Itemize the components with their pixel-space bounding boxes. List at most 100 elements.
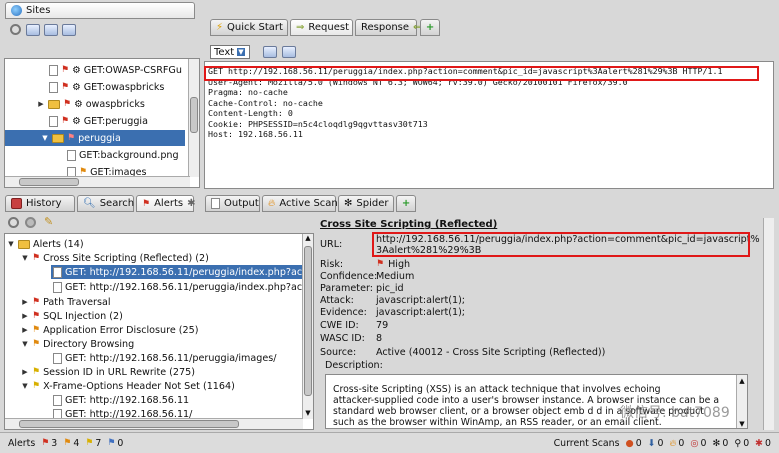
folder-icon xyxy=(18,239,30,249)
alerts-horizontal-scrollbar[interactable] xyxy=(5,418,303,429)
flag-icon: ⚑ xyxy=(32,339,41,349)
status-bar: Alerts ⚑ 3 ⚑ 4 ⚑ 7 ⚑ 0 Current Scans ● 0 ⬇ 0 🔥… xyxy=(0,432,779,453)
globe-icon xyxy=(11,5,22,16)
tab-search[interactable]: 🔍︎ Search xyxy=(77,195,134,212)
tab-spider[interactable]: ✻ Spider xyxy=(338,195,394,212)
file-icon xyxy=(211,198,220,209)
list-item[interactable]: ⚑ ⚙ GET:owaspbricks xyxy=(49,80,164,94)
list-item-selected[interactable]: ▼ ⚑ peruggia xyxy=(5,130,185,146)
filter-icon[interactable] xyxy=(25,217,36,228)
import-context-icon[interactable] xyxy=(44,24,58,36)
tab-history[interactable]: History xyxy=(5,195,75,212)
ajax-spider-icon: ⬇ xyxy=(647,437,656,449)
list-item[interactable]: ▶ ⚑ Path Traversal xyxy=(21,295,110,309)
tab-output[interactable]: Output xyxy=(205,195,260,212)
chevron-down-icon[interactable]: ▼ xyxy=(21,382,29,390)
current-scans-label: Current Scans xyxy=(553,437,620,449)
site-label: GET:owaspbricks xyxy=(83,81,165,93)
high-flag-icon: ⚑ xyxy=(41,438,50,448)
split-horizontal-icon[interactable] xyxy=(263,46,277,58)
chevron-right-icon[interactable]: ▶ xyxy=(37,100,45,108)
wasc-value: 8 xyxy=(376,333,383,344)
detail-vertical-scrollbar[interactable] xyxy=(763,218,774,430)
add-tab-button[interactable]: + xyxy=(420,19,440,36)
tab-label: Spider xyxy=(356,198,389,209)
confidence-value: Medium xyxy=(376,271,415,282)
list-item[interactable]: GET: http://192.168.56.11 xyxy=(53,393,189,407)
chevron-right-icon[interactable]: ▶ xyxy=(21,368,29,376)
scan-count: 0 xyxy=(722,437,729,449)
chevron-right-icon[interactable]: ▶ xyxy=(21,326,29,334)
tab-alerts[interactable]: ⚑ Alerts ✱ xyxy=(136,195,195,212)
settings-icon[interactable] xyxy=(8,217,19,228)
list-item[interactable]: GET:background.png xyxy=(67,148,179,162)
low-flag-icon: ⚑ xyxy=(85,438,94,448)
site-label: peruggia xyxy=(78,132,121,144)
chevron-down-icon: ▼ xyxy=(237,48,245,56)
list-item[interactable]: ▶ ⚑ Session ID in URL Rewrite (275) xyxy=(21,365,195,379)
sites-tree: ⚑ ⚙ GET:OWASP-CSRFGu ⚑ ⚙ GET:owaspbricks ▶… xyxy=(4,58,200,188)
params-icon: ⚲ xyxy=(734,437,742,449)
tab-label: Output xyxy=(224,198,259,209)
folder-icon xyxy=(48,99,60,109)
file-icon xyxy=(53,352,62,364)
scan-icon: 🔥︎ xyxy=(268,198,276,209)
pin-icon[interactable]: ✱ xyxy=(187,198,195,209)
alert-instance-label: GET: http://192.168.56.11/peruggia/index… xyxy=(65,266,306,278)
alert-instance-label: GET: http://192.168.56.11/peruggia/index… xyxy=(65,281,306,293)
list-item[interactable]: GET: http://192.168.56.11/peruggia/image… xyxy=(53,351,276,365)
parameter-label: Parameter: xyxy=(320,283,373,294)
sites-toolbar xyxy=(4,20,201,40)
list-item-selected[interactable]: GET: http://192.168.56.11/peruggia/index… xyxy=(51,265,306,279)
spider-icon: ✻ xyxy=(344,198,353,209)
list-item[interactable]: GET: http://192.168.56.11/peruggia/index… xyxy=(53,280,306,294)
flag-icon: ⚑ xyxy=(61,82,70,92)
description-line: Cross-site Scripting (XSS) is an attack … xyxy=(333,384,661,395)
tab-active-scan[interactable]: 🔥︎ Active Scan xyxy=(262,195,338,212)
add-tab-button[interactable]: + xyxy=(396,195,416,212)
description-scrollbar[interactable]: ▲ ▼ xyxy=(736,375,747,428)
chevron-down-icon[interactable]: ▼ xyxy=(7,240,15,248)
chevron-down-icon[interactable]: ▼ xyxy=(21,340,29,348)
list-item[interactable]: ▼ ⚑ Directory Browsing xyxy=(21,337,134,351)
list-item[interactable]: ▶ ⚑ SQL Injection (2) xyxy=(21,309,123,323)
edit-icon[interactable]: ✎ xyxy=(44,215,53,228)
export-context-icon[interactable] xyxy=(62,24,76,36)
chevron-down-icon[interactable]: ▼ xyxy=(21,254,29,262)
view-mode-select[interactable]: Text ▼ xyxy=(210,45,250,59)
tab-label: Search xyxy=(99,198,135,209)
low-count: 7 xyxy=(95,437,102,449)
gear-icon: ⚙ xyxy=(74,98,83,110)
confidence-label: Confidence: xyxy=(320,271,378,282)
header-line: Cookie: PHPSESSID=n5c4cloqdlg9qgvttasv30… xyxy=(208,118,428,129)
list-item[interactable]: ▼ ⚑ Cross Site Scripting (Reflected) (2) xyxy=(21,251,209,265)
chevron-right-icon[interactable]: ▶ xyxy=(21,312,29,320)
chevron-down-icon[interactable]: ▼ xyxy=(41,134,49,142)
tab-label: Request xyxy=(308,22,350,33)
tab-quick-start[interactable]: ⚡ Quick Start xyxy=(210,19,288,36)
flag-icon: ⚑ xyxy=(67,133,76,143)
sites-horizontal-scrollbar[interactable] xyxy=(5,176,190,187)
tab-request[interactable]: ⇒ Request xyxy=(290,19,353,36)
split-vertical-icon[interactable] xyxy=(282,46,296,58)
list-item[interactable]: ⚑ ⚙ GET:peruggia xyxy=(49,114,148,128)
tab-sites[interactable]: Sites xyxy=(5,2,195,19)
list-item[interactable]: ⚑ ⚙ GET:OWASP-CSRFGu xyxy=(49,63,182,77)
header-line: Content-Length: 0 xyxy=(208,108,293,118)
list-item[interactable]: ▶ ⚑ ⚙ owaspbricks xyxy=(37,97,145,111)
tab-label: Active Scan xyxy=(279,198,338,209)
list-item[interactable]: ▼ ⚑ X-Frame-Options Header Not Set (1164) xyxy=(21,379,235,393)
alerts-vertical-scrollbar[interactable]: ▲ ▼ xyxy=(302,234,313,419)
list-item[interactable]: ▼ Alerts (14) xyxy=(7,237,83,251)
settings-icon[interactable] xyxy=(10,24,21,35)
list-item[interactable]: ▶ ⚑ Application Error Disclosure (25) xyxy=(21,323,198,337)
source-label: Source: xyxy=(320,347,357,358)
description-label: Description: xyxy=(325,360,383,371)
chevron-right-icon[interactable]: ▶ xyxy=(21,298,29,306)
tab-response[interactable]: Response ⇐ xyxy=(355,19,421,36)
info-count: 0 xyxy=(117,437,124,449)
new-context-icon[interactable] xyxy=(26,24,40,36)
url-label: URL: xyxy=(320,239,343,250)
sites-vertical-scrollbar[interactable] xyxy=(188,59,199,177)
site-label: GET:background.png xyxy=(79,149,179,161)
